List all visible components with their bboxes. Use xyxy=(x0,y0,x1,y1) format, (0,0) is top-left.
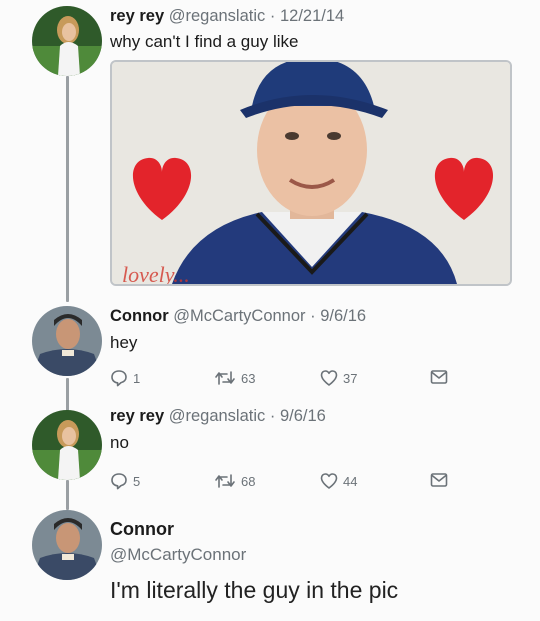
tweet-2-separator: · xyxy=(310,307,316,325)
tweet-3-name[interactable]: rey rey xyxy=(110,407,164,425)
tweet-1-header: rey rey @reganslatic · 12/21/14 xyxy=(110,7,344,26)
thread-line-1 xyxy=(66,76,69,302)
thread-line-3 xyxy=(66,480,69,510)
tweet-3-retweet-count: 68 xyxy=(241,473,256,489)
tweet-3-message-button[interactable] xyxy=(430,472,448,488)
tweet-2-date[interactable]: 9/6/16 xyxy=(320,307,366,325)
tweet-3-handle[interactable]: @reganslatic xyxy=(169,407,266,425)
avatar-rey-rey[interactable] xyxy=(32,410,102,480)
tweet-3-reply-count: 5 xyxy=(133,473,141,489)
tweet-1-text: why can't I find a guy like xyxy=(110,32,299,51)
tweet-2-retweet-count: 63 xyxy=(241,370,256,386)
tweet-2-reply-button[interactable]: 1 xyxy=(110,369,140,387)
tweet-4-name[interactable]: Connor xyxy=(110,519,174,540)
photo-watermark: lovely... xyxy=(122,262,190,284)
tweet-1-handle[interactable]: @reganslatic xyxy=(169,7,266,25)
tweet-2-reply-count: 1 xyxy=(133,370,141,386)
tweet-3-retweet-button[interactable]: 68 xyxy=(214,472,255,490)
reply-icon xyxy=(111,370,127,387)
tweet-4-handle[interactable]: @McCartyConnor xyxy=(110,545,246,565)
tweet-1-date[interactable]: 12/21/14 xyxy=(280,7,344,25)
tweet-3-like-button[interactable]: 44 xyxy=(320,472,357,490)
tweet-2-name[interactable]: Connor xyxy=(110,307,169,325)
tweet-2-like-count: 37 xyxy=(343,370,358,386)
message-icon xyxy=(430,370,448,384)
tweet-2-message-button[interactable] xyxy=(430,369,448,385)
retweet-icon xyxy=(215,371,235,385)
tweet-2-like-button[interactable]: 37 xyxy=(320,369,357,387)
tweet-3-reply-button[interactable]: 5 xyxy=(110,472,140,490)
tweet-4-text: I'm literally the guy in the pic xyxy=(110,577,399,603)
avatar-connor[interactable] xyxy=(32,306,102,376)
thread-line-2 xyxy=(66,378,69,412)
reply-icon xyxy=(111,473,127,490)
tweet-3-like-count: 44 xyxy=(343,473,358,489)
avatar-connor[interactable] xyxy=(32,510,102,580)
tweet-1-separator: · xyxy=(269,7,276,25)
tweet-2-retweet-button[interactable]: 63 xyxy=(214,369,255,387)
tweet-3-text: no xyxy=(110,433,129,452)
like-icon xyxy=(320,370,338,386)
message-icon xyxy=(430,473,448,487)
tweet-1-photo[interactable]: lovely... xyxy=(110,60,512,286)
tweet-2-actions: 1 63 37 xyxy=(110,369,450,391)
retweet-icon xyxy=(215,474,235,488)
tweet-3-actions: 5 68 44 xyxy=(110,472,450,494)
tweet-3-date[interactable]: 9/6/16 xyxy=(280,407,326,425)
tweet-3-header: rey rey @reganslatic · 9/6/16 xyxy=(110,407,326,426)
avatar-rey-rey[interactable] xyxy=(32,6,102,76)
tweet-3-separator: · xyxy=(269,407,276,425)
tweet-2-handle[interactable]: @McCartyConnor xyxy=(173,307,305,325)
like-icon xyxy=(320,473,338,489)
tweet-2-header: Connor @McCartyConnor · 9/6/16 xyxy=(110,307,366,326)
tweet-2-text: hey xyxy=(110,333,138,352)
tweet-1-name[interactable]: rey rey xyxy=(110,7,164,25)
